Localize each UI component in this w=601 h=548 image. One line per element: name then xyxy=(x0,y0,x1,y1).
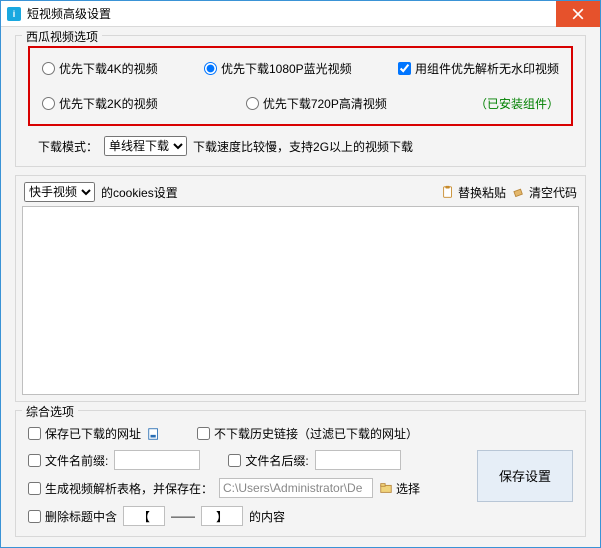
paste-icon xyxy=(441,185,455,199)
cookies-group: 快手视频 的cookies设置 替换粘贴 清空代码 xyxy=(15,175,586,402)
cookies-bar: 快手视频 的cookies设置 替换粘贴 清空代码 xyxy=(16,176,585,206)
strip-label2: 的内容 xyxy=(249,508,285,525)
misc-group: 综合选项 保存已下载的网址 不下载历史链接（过滤已下载的网址） 文件名前缀: 文… xyxy=(15,410,586,537)
app-icon: i xyxy=(7,7,21,21)
mode-hint: 下载速度比较慢，支持2G以上的视频下载 xyxy=(193,138,413,155)
quality-row-2: 优先下载2K的视频 优先下载720P高清视频 （已安装组件） xyxy=(38,93,563,114)
close-icon xyxy=(572,8,584,20)
misc-row-3: 生成视频解析表格，并保存在： 选择 xyxy=(28,478,467,498)
clear-button[interactable]: 清空代码 xyxy=(512,184,577,201)
dash-label: —— xyxy=(171,509,195,523)
misc-group-title: 综合选项 xyxy=(22,403,78,420)
checkbox-save-urls[interactable]: 保存已下载的网址 xyxy=(28,425,141,442)
mode-select[interactable]: 单线程下载 xyxy=(104,136,187,156)
download-mode-row: 下载模式： 单线程下载 下载速度比较慢，支持2G以上的视频下载 xyxy=(28,136,573,156)
xigua-group: 西瓜视频选项 优先下载4K的视频 优先下载1080P蓝光视频 用组件优先解析无水… xyxy=(15,35,586,167)
titlebar: i 短视频高级设置 xyxy=(1,1,600,27)
checkbox-gen-table[interactable]: 生成视频解析表格，并保存在： xyxy=(28,480,213,497)
page-icon xyxy=(147,427,161,441)
misc-row-2: 文件名前缀: 文件名后缀: xyxy=(28,450,467,470)
strip-start-input[interactable] xyxy=(123,506,165,526)
eraser-icon xyxy=(512,185,526,199)
misc-row-1: 保存已下载的网址 不下载历史链接（过滤已下载的网址） xyxy=(28,425,467,442)
browse-button[interactable]: 选择 xyxy=(379,480,420,497)
prefix-input[interactable] xyxy=(114,450,200,470)
quality-options-box: 优先下载4K的视频 优先下载1080P蓝光视频 用组件优先解析无水印视频 优先下… xyxy=(28,46,573,126)
mode-label: 下载模式： xyxy=(38,138,98,155)
close-button[interactable] xyxy=(556,1,600,27)
radio-2k[interactable]: 优先下载2K的视频 xyxy=(42,95,158,112)
xigua-group-title: 西瓜视频选项 xyxy=(22,28,102,45)
checkbox-skip-history[interactable]: 不下载历史链接（过滤已下载的网址） xyxy=(197,425,418,442)
strip-end-input[interactable] xyxy=(201,506,243,526)
suffix-input[interactable] xyxy=(315,450,401,470)
cookies-textarea[interactable] xyxy=(22,206,579,395)
paste-button[interactable]: 替换粘贴 xyxy=(441,184,506,201)
misc-row-4: 删除标题中含 —— 的内容 xyxy=(28,506,467,526)
content-area: 西瓜视频选项 优先下载4K的视频 优先下载1080P蓝光视频 用组件优先解析无水… xyxy=(1,27,600,547)
table-path-input[interactable] xyxy=(219,478,373,498)
checkbox-strip-title[interactable]: 删除标题中含 xyxy=(28,508,117,525)
cookies-source-select[interactable]: 快手视频 xyxy=(24,182,95,202)
checkbox-prefix[interactable]: 文件名前缀: xyxy=(28,452,108,469)
folder-icon xyxy=(379,481,393,495)
radio-1080p[interactable]: 优先下载1080P蓝光视频 xyxy=(204,60,352,77)
checkbox-plugin[interactable]: 用组件优先解析无水印视频 xyxy=(398,60,559,77)
save-button[interactable]: 保存设置 xyxy=(477,450,573,502)
cookies-label: 的cookies设置 xyxy=(101,184,178,201)
radio-720p[interactable]: 优先下载720P高清视频 xyxy=(246,95,387,112)
plugin-installed-label: （已安装组件） xyxy=(475,95,559,112)
quality-row-1: 优先下载4K的视频 优先下载1080P蓝光视频 用组件优先解析无水印视频 xyxy=(38,58,563,79)
checkbox-suffix[interactable]: 文件名后缀: xyxy=(228,452,308,469)
window-title: 短视频高级设置 xyxy=(27,5,556,22)
radio-4k[interactable]: 优先下载4K的视频 xyxy=(42,60,158,77)
window: i 短视频高级设置 西瓜视频选项 优先下载4K的视频 优先下载1080P蓝光视频… xyxy=(0,0,601,548)
